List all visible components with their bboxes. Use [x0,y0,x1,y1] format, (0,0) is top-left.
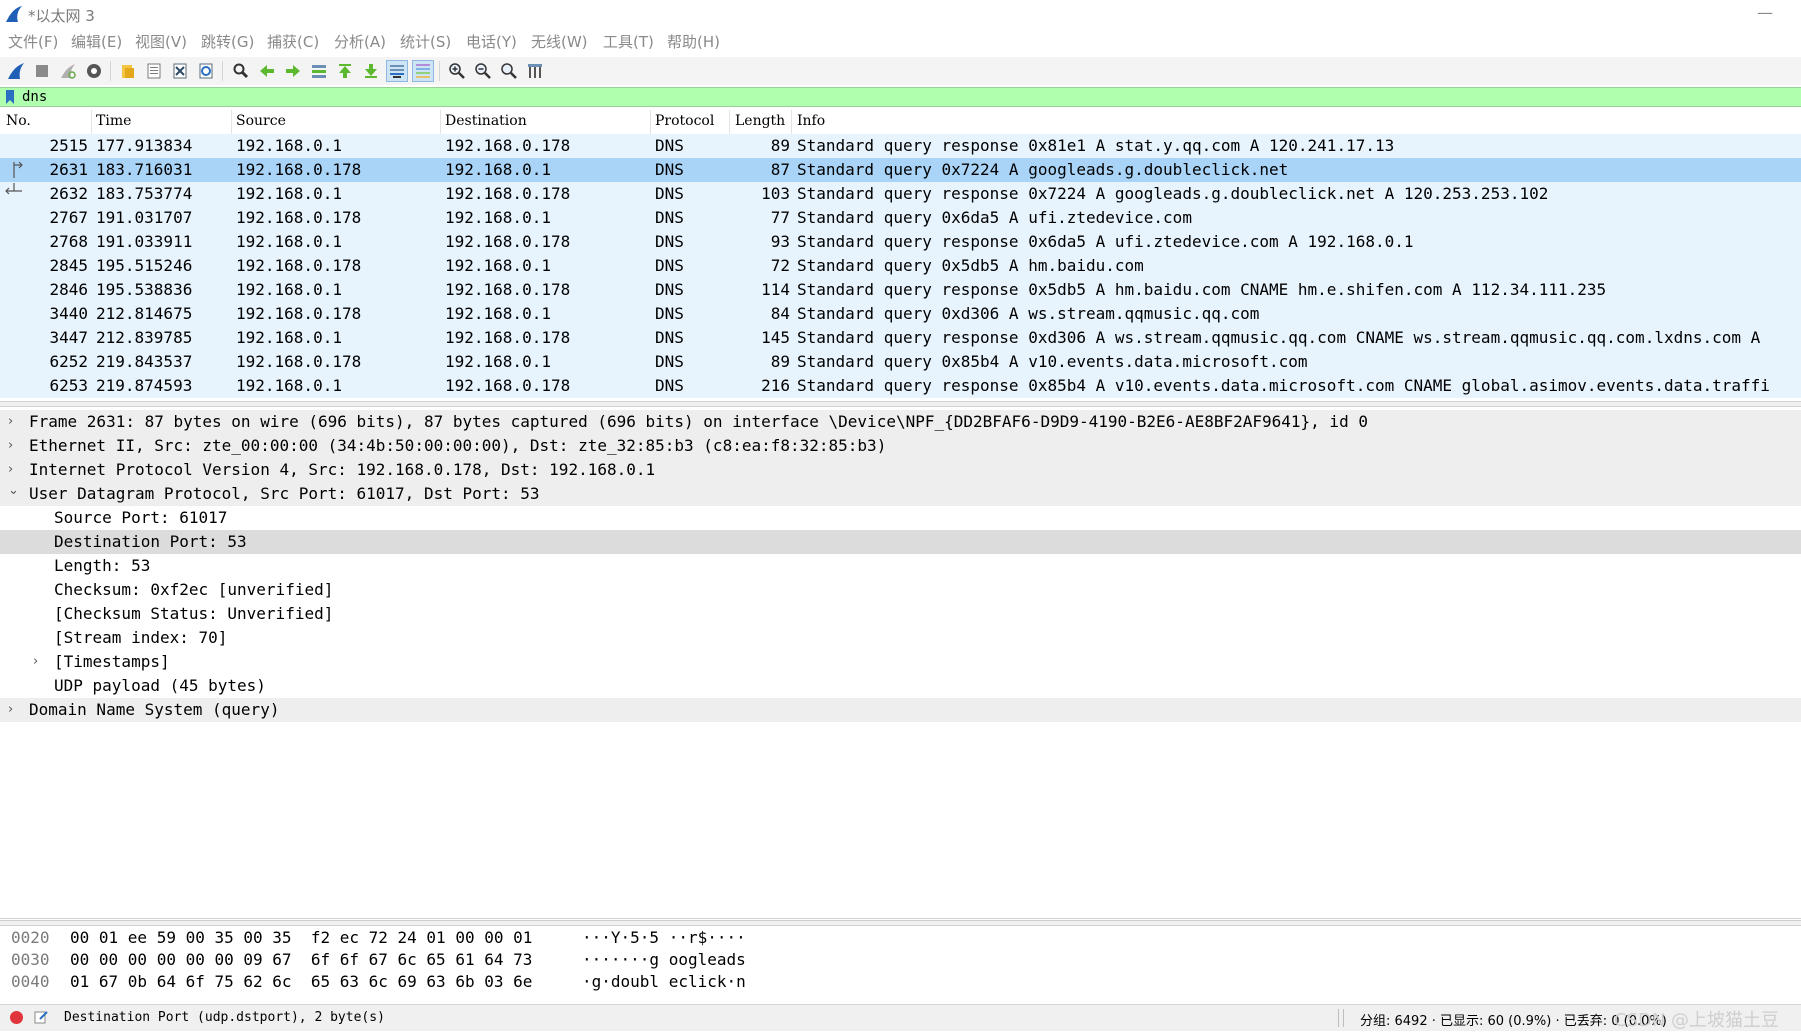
column-header-info[interactable]: Info [797,113,825,129]
tree-item-frame[interactable]: › Frame 2631: 87 bytes on wire (696 bits… [0,410,1801,434]
packet-row[interactable]: 2632 183.753774 192.168.0.1 192.168.0.17… [0,182,1801,206]
column-header-source[interactable]: Source [236,113,286,129]
menu-wireless[interactable]: 无线(W) [531,31,588,52]
packet-details-pane: › Frame 2631: 87 bytes on wire (696 bits… [0,410,1801,919]
auto-scroll-icon[interactable] [386,60,408,82]
menu-go[interactable]: 跳转(G) [201,31,254,52]
menu-file[interactable]: 文件(F) [8,31,58,52]
tree-item-ipv4[interactable]: › Internet Protocol Version 4, Src: 192.… [0,458,1801,482]
menu-tools[interactable]: 工具(T) [603,31,654,52]
tree-item-source-port[interactable]: Source Port: 61017 [0,506,1801,530]
reload-file-icon[interactable] [195,60,217,82]
open-file-icon[interactable] [117,60,139,82]
packet-row[interactable]: 2767 191.031707 192.168.0.178 192.168.0.… [0,206,1801,230]
packet-list-header: No. Time Source Destination Protocol Len… [0,110,1801,135]
menu-statistics[interactable]: 统计(S) [400,31,451,52]
tree-item-timestamps[interactable]: › [Timestamps] [0,650,1801,674]
filter-bookmark-icon[interactable] [4,89,16,105]
tree-item-destination-port-selected[interactable]: Destination Port: 53 [0,530,1801,554]
tree-item-udp[interactable]: ⌄ User Datagram Protocol, Src Port: 6101… [0,482,1801,506]
chevron-right-icon[interactable]: › [8,414,20,429]
zoom-in-icon[interactable] [446,60,468,82]
last-packet-icon[interactable] [360,60,382,82]
display-filter-input[interactable] [22,88,1792,106]
go-to-packet-icon[interactable] [308,60,330,82]
menu-view[interactable]: 视图(V) [135,31,187,52]
chevron-down-icon[interactable]: ⌄ [8,483,20,498]
packet-row[interactable]: 2515 177.913834 192.168.0.1 192.168.0.17… [0,134,1801,158]
tree-item-ethernet[interactable]: › Ethernet II, Src: zte_00:00:00 (34:4b:… [0,434,1801,458]
tree-item-checksum[interactable]: Checksum: 0xf2ec [unverified] [0,578,1801,602]
tree-item-udp-payload[interactable]: UDP payload (45 bytes) [0,674,1801,698]
packet-row[interactable]: 2845 195.515246 192.168.0.178 192.168.0.… [0,254,1801,278]
column-header-length[interactable]: Length [735,113,785,129]
menu-capture[interactable]: 捕获(C) [267,31,319,52]
pane-splitter[interactable] [0,401,1801,407]
menu-help[interactable]: 帮助(H) [667,31,720,52]
expert-info-icon[interactable] [10,1011,23,1024]
packet-row[interactable]: 3447 212.839785 192.168.0.1 192.168.0.17… [0,326,1801,350]
tree-item-checksum-status[interactable]: [Checksum Status: Unverified] [0,602,1801,626]
colorize-icon[interactable] [412,60,434,82]
packet-list-pane: No. Time Source Destination Protocol Len… [0,110,1801,398]
menu-analyze[interactable]: 分析(A) [334,31,386,52]
column-header-time[interactable]: Time [96,113,131,129]
chevron-right-icon[interactable]: › [8,438,20,453]
menu-bar: 文件(F) 编辑(E) 视图(V) 跳转(G) 捕获(C) 分析(A) 统计(S… [0,31,1801,55]
chevron-right-icon[interactable]: › [8,702,20,717]
packet-row[interactable]: 6252 219.843537 192.168.0.178 192.168.0.… [0,350,1801,374]
packet-row[interactable]: 2846 195.538836 192.168.0.1 192.168.0.17… [0,278,1801,302]
main-toolbar [0,57,1801,85]
wireshark-fin-icon [6,6,22,22]
save-file-icon[interactable] [143,60,165,82]
restart-capture-icon[interactable] [57,60,79,82]
start-capture-icon[interactable] [5,60,27,82]
title-bar: *以太网 3 — [0,0,1801,28]
stop-capture-icon[interactable] [31,60,53,82]
normal-size-icon[interactable] [498,60,520,82]
packet-row[interactable]: 3440 212.814675 192.168.0.178 192.168.0.… [0,302,1801,326]
display-filter-bar [0,87,1801,107]
resize-columns-icon[interactable] [524,60,546,82]
minimize-button[interactable]: — [1757,3,1773,22]
first-packet-icon[interactable] [334,60,356,82]
edit-comment-icon[interactable] [33,1009,49,1025]
chevron-right-icon[interactable]: › [8,462,20,477]
tree-item-stream-index[interactable]: [Stream index: 70] [0,626,1801,650]
column-header-protocol[interactable]: Protocol [655,113,714,129]
find-packet-icon[interactable] [230,60,252,82]
go-forward-icon[interactable] [282,60,304,82]
status-bar: Destination Port (udp.dstport), 2 byte(s… [0,1004,1801,1031]
menu-telephony[interactable]: 电话(Y) [466,31,517,52]
column-header-destination[interactable]: Destination [445,113,527,129]
chevron-right-icon[interactable]: › [33,654,45,669]
packet-row-selected[interactable]: 2631 183.716031 192.168.0.178 192.168.0.… [0,158,1801,182]
tree-item-length[interactable]: Length: 53 [0,554,1801,578]
go-back-icon[interactable] [256,60,278,82]
packet-row[interactable]: 2768 191.033911 192.168.0.1 192.168.0.17… [0,230,1801,254]
status-message: Destination Port (udp.dstport), 2 byte(s… [64,1010,385,1025]
close-file-icon[interactable] [169,60,191,82]
menu-edit[interactable]: 编辑(E) [71,31,122,52]
window-title: *以太网 3 [28,7,95,25]
column-header-no[interactable]: No. [6,113,31,129]
tree-item-dns[interactable]: › Domain Name System (query) [0,698,1801,722]
watermark: CSDN @上坡猫土豆 [1614,1010,1780,1031]
packet-row[interactable]: 6253 219.874593 192.168.0.1 192.168.0.17… [0,374,1801,398]
capture-options-icon[interactable] [83,60,105,82]
packet-bytes-pane: 0020 00 01 ee 59 00 35 00 35 f2 ec 72 24… [0,926,1801,1004]
zoom-out-icon[interactable] [472,60,494,82]
